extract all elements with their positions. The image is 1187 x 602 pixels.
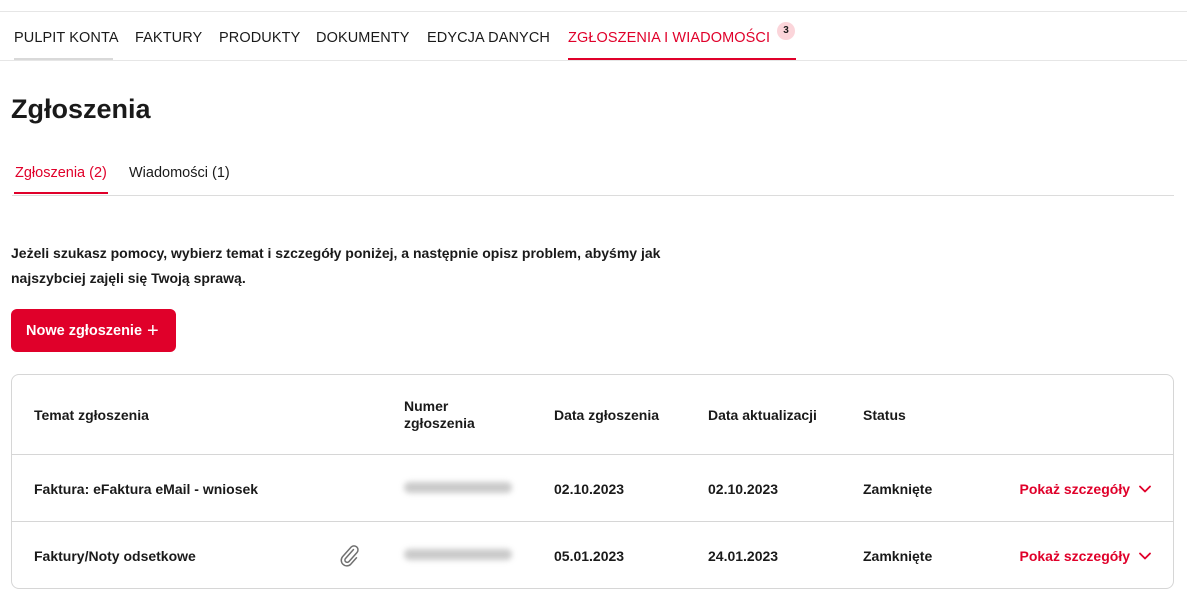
nav-item-dokumenty[interactable]: DOKUMENTY xyxy=(316,30,410,46)
ticket-topic: Faktury/Noty odsetkowe xyxy=(34,548,196,564)
show-details-button[interactable]: Pokaż szczegóły xyxy=(1020,481,1152,497)
table-header: Temat zgłoszenia Numer zgłoszenia Data z… xyxy=(12,375,1173,455)
ticket-topic: Faktura: eFaktura eMail - wniosek xyxy=(34,481,259,497)
show-details-label: Pokaż szczegóły xyxy=(1019,548,1131,564)
tickets-table: Temat zgłoszenia Numer zgłoszenia Data z… xyxy=(11,374,1174,589)
nav-active-underline xyxy=(568,58,796,60)
column-header-updated: Data aktualizacji xyxy=(708,407,817,423)
column-header-topic: Temat zgłoszenia xyxy=(34,407,149,423)
chevron-down-icon xyxy=(1139,485,1151,493)
ticket-number-redacted xyxy=(404,482,512,493)
nav-item-edycja-danych[interactable]: EDYCJA DANYCH xyxy=(427,30,550,46)
column-header-status: Status xyxy=(863,407,906,423)
chevron-down-icon xyxy=(1139,552,1151,560)
ticket-updated-date: 02.10.2023 xyxy=(708,481,779,497)
page-title: Zgłoszenia xyxy=(11,94,151,124)
new-ticket-button-label: Nowe zgłoszenie xyxy=(26,322,143,339)
paperclip-icon[interactable] xyxy=(338,543,360,572)
nav-item-pulpit-konta[interactable]: PULPIT KONTA xyxy=(14,30,119,46)
column-header-number: Numer zgłoszenia xyxy=(404,398,475,431)
table-row: Faktury/Noty odsetkowe 05.01.2023 24.01.… xyxy=(12,522,1173,589)
tab-active-underline xyxy=(14,192,108,194)
column-header-created: Data zgłoszenia xyxy=(554,407,660,423)
nav-hover-underline xyxy=(14,58,113,60)
new-ticket-button[interactable]: Nowe zgłoszenie + xyxy=(11,309,176,352)
tab-wiadomosci[interactable]: Wiadomości (1) xyxy=(129,165,230,181)
ticket-status: Zamknięte xyxy=(863,548,933,564)
tab-bar: Zgłoszenia (2) Wiadomości (1) xyxy=(12,160,1174,196)
ticket-status: Zamknięte xyxy=(863,481,933,497)
ticket-created-date: 05.01.2023 xyxy=(554,548,625,564)
table-row: Faktura: eFaktura eMail - wniosek 02.10.… xyxy=(12,455,1173,522)
show-details-button[interactable]: Pokaż szczegóły xyxy=(1020,548,1152,564)
main-navigation: PULPIT KONTA FAKTURY PRODUKTY DOKUMENTY … xyxy=(0,12,1187,61)
notification-badge: 3 xyxy=(777,22,795,40)
show-details-label: Pokaż szczegóły xyxy=(1019,481,1131,497)
tab-zgloszenia[interactable]: Zgłoszenia (2) xyxy=(15,165,107,181)
plus-icon: + xyxy=(147,319,159,342)
nav-item-produkty[interactable]: PRODUKTY xyxy=(219,30,300,46)
ticket-updated-date: 24.01.2023 xyxy=(708,548,779,564)
ticket-created-date: 02.10.2023 xyxy=(554,481,625,497)
nav-item-faktury[interactable]: FAKTURY xyxy=(135,30,202,46)
help-text: Jeżeli szukasz pomocy, wybierz temat i s… xyxy=(11,245,661,286)
ticket-number-redacted xyxy=(404,549,512,560)
nav-item-zgloszenia-i-wiadomosci[interactable]: ZGŁOSZENIA I WIADOMOŚCI xyxy=(568,30,770,46)
